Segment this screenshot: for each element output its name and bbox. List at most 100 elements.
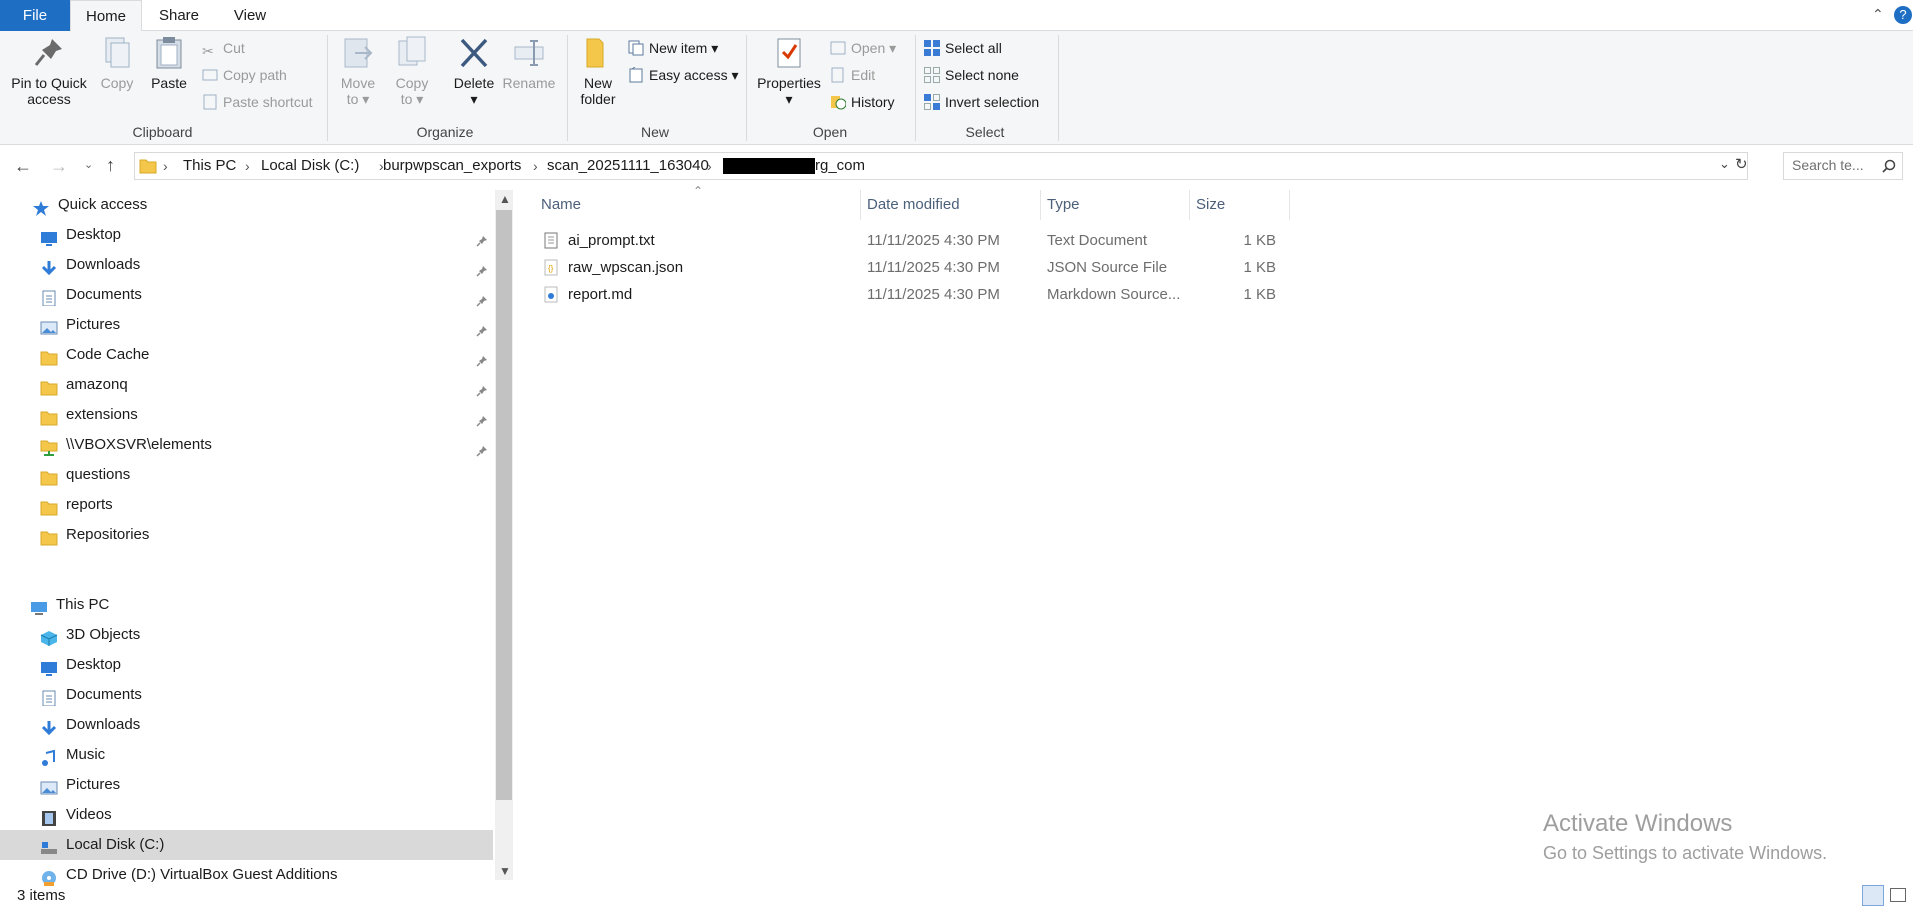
file-date-modified: 11/11/2025 4:30 PM (867, 286, 1000, 303)
file-date-modified: 11/11/2025 4:30 PM (867, 232, 1000, 249)
recent-locations-chevron-icon[interactable]: ⌄ (84, 158, 93, 171)
delete-button[interactable]: Delete ▾ (450, 35, 498, 107)
nav-pc-item[interactable]: Pictures (0, 770, 493, 800)
folder-icon (40, 527, 58, 546)
file-name: report.md (568, 286, 633, 303)
column-divider[interactable] (1189, 190, 1190, 220)
copy-button[interactable]: Copy (94, 35, 140, 91)
nav-item-label: extensions (66, 406, 138, 423)
breadcrumb-separator-icon: › (163, 158, 168, 174)
scroll-down-arrow-icon[interactable]: ▼ (499, 864, 511, 878)
nav-pc-item[interactable]: Documents (0, 680, 493, 710)
desktop-icon (40, 657, 58, 676)
nav-pc-item[interactable]: Downloads (0, 710, 493, 740)
file-row[interactable]: {} raw_wpscan.json 11/11/2025 4:30 PM JSON … (535, 255, 1290, 281)
select-none-button[interactable]: Select none (924, 64, 1019, 86)
new-item-icon (628, 40, 644, 56)
scissors-icon: ✂ (202, 43, 214, 59)
3d-objects-icon (40, 627, 58, 646)
documents-icon (40, 687, 58, 707)
nav-pc-item[interactable]: Local Disk (C:) (0, 830, 493, 860)
nav-quick-item[interactable]: Code Cache (0, 340, 493, 370)
details-view-icon[interactable] (1862, 885, 1884, 906)
paste-button[interactable]: Paste (146, 35, 192, 91)
edit-button[interactable]: Edit (830, 64, 875, 86)
forward-arrow-icon[interactable]: → (50, 156, 68, 177)
new-item-button[interactable]: New item ▾ (628, 37, 718, 59)
easy-access-button[interactable]: Easy access ▾ (628, 64, 739, 86)
new-folder-button[interactable]: New folder (574, 35, 622, 107)
column-header-date-modified[interactable]: Date modified (867, 190, 960, 220)
pictures-icon (40, 317, 58, 335)
refresh-icon[interactable]: ↻ (1735, 155, 1748, 173)
sort-ascending-icon: ⌃ (693, 184, 704, 198)
large-icons-view-icon[interactable] (1890, 888, 1906, 902)
up-arrow-icon[interactable]: ↑ (106, 155, 115, 176)
column-header-size[interactable]: Size (1196, 190, 1225, 220)
paste-shortcut-button[interactable]: Paste shortcut (202, 91, 313, 113)
nav-item-label: reports (66, 496, 113, 513)
nav-pc-item[interactable]: Videos (0, 800, 493, 830)
nav-quick-item[interactable]: Documents (0, 280, 493, 310)
breadcrumb-local-disk[interactable]: Local Disk (C:) (261, 153, 359, 179)
nav-quick-item[interactable]: Downloads (0, 250, 493, 280)
column-header-type[interactable]: Type (1047, 190, 1080, 220)
rename-button[interactable]: Rename (502, 35, 556, 91)
scroll-up-arrow-icon[interactable]: ▲ (499, 192, 511, 206)
nav-pc-item[interactable]: Music (0, 740, 493, 770)
nav-quick-item[interactable]: questions (0, 460, 493, 490)
copy-to-button[interactable]: Copy to ▾ (390, 35, 434, 107)
column-divider[interactable] (860, 190, 861, 220)
file-date-modified: 11/11/2025 4:30 PM (867, 259, 1000, 276)
breadcrumb-this-pc[interactable]: This PC (183, 153, 236, 179)
tab-view[interactable]: View (222, 0, 278, 31)
history-button[interactable]: History (830, 91, 895, 113)
nav-quick-item[interactable]: Repositories (0, 520, 493, 550)
nav-quick-item[interactable]: Desktop (0, 220, 493, 250)
address-dropdown-chevron-icon[interactable]: ⌄ (1719, 156, 1730, 172)
file-size: 1 KB (1243, 286, 1276, 303)
nav-pc-item[interactable]: 3D Objects (0, 620, 493, 650)
nav-pc-item[interactable]: Desktop (0, 650, 493, 680)
nav-quick-item[interactable]: \\VBOXSVR\elements (0, 430, 493, 460)
help-icon[interactable]: ? (1894, 6, 1912, 24)
nav-quick-item[interactable]: extensions (0, 400, 493, 430)
nav-item-label: amazonq (66, 376, 128, 393)
breadcrumb-burpwpscan-exports[interactable]: burpwpscan_exports (383, 153, 521, 179)
move-to-button[interactable]: Move to ▾ (336, 35, 380, 107)
search-input[interactable]: Search te... (1783, 152, 1903, 180)
file-row[interactable]: ai_prompt.txt 11/11/2025 4:30 PM Text Docu… (535, 228, 1290, 254)
nav-quick-item[interactable]: amazonq (0, 370, 493, 400)
copy-icon (105, 37, 130, 68)
pin-to-quick-access-button[interactable]: Pin to Quick access (6, 35, 92, 107)
new-folder-label-2: folder (580, 91, 616, 107)
open-button[interactable]: Open ▾ (830, 37, 896, 59)
column-divider[interactable] (1040, 190, 1041, 220)
search-icon (1882, 159, 1896, 173)
select-all-button[interactable]: Select all (924, 37, 1002, 59)
nav-quick-access[interactable]: Quick access (0, 190, 493, 220)
minimize-ribbon-icon[interactable]: ⌃ (1872, 6, 1884, 23)
copy-path-button[interactable]: Copy path (202, 64, 287, 86)
nav-quick-item[interactable]: Pictures (0, 310, 493, 340)
nav-this-pc[interactable]: This PC (0, 590, 493, 620)
back-arrow-icon[interactable]: ← (14, 156, 32, 177)
tab-file[interactable]: File (0, 0, 70, 31)
address-bar[interactable]: › This PC › Local Disk (C:) › burpwpscan… (134, 152, 1748, 180)
invert-selection-button[interactable]: Invert selection (924, 91, 1039, 113)
file-row[interactable]: report.md 11/11/2025 4:30 PM Markdown Sour… (535, 282, 1290, 308)
breadcrumb-current-folder[interactable]: rg_com (815, 153, 865, 179)
properties-button[interactable]: Properties ▾ (754, 35, 824, 107)
markdown-file-icon (543, 286, 559, 312)
nav-quick-item[interactable]: reports (0, 490, 493, 520)
tab-share[interactable]: Share (150, 0, 208, 31)
tab-home[interactable]: Home (70, 0, 142, 32)
breadcrumb-scan-folder[interactable]: scan_20251111_163040 (547, 153, 709, 179)
column-divider[interactable] (1289, 190, 1290, 220)
paste-shortcut-label: Paste shortcut (223, 94, 313, 110)
cut-button[interactable]: ✂ Cut (202, 37, 245, 59)
column-header-name[interactable]: Name (541, 190, 581, 220)
select-all-icon (924, 40, 940, 56)
nav-scrollbar-thumb[interactable] (496, 210, 512, 800)
move-to-label-1: Move (340, 75, 376, 91)
